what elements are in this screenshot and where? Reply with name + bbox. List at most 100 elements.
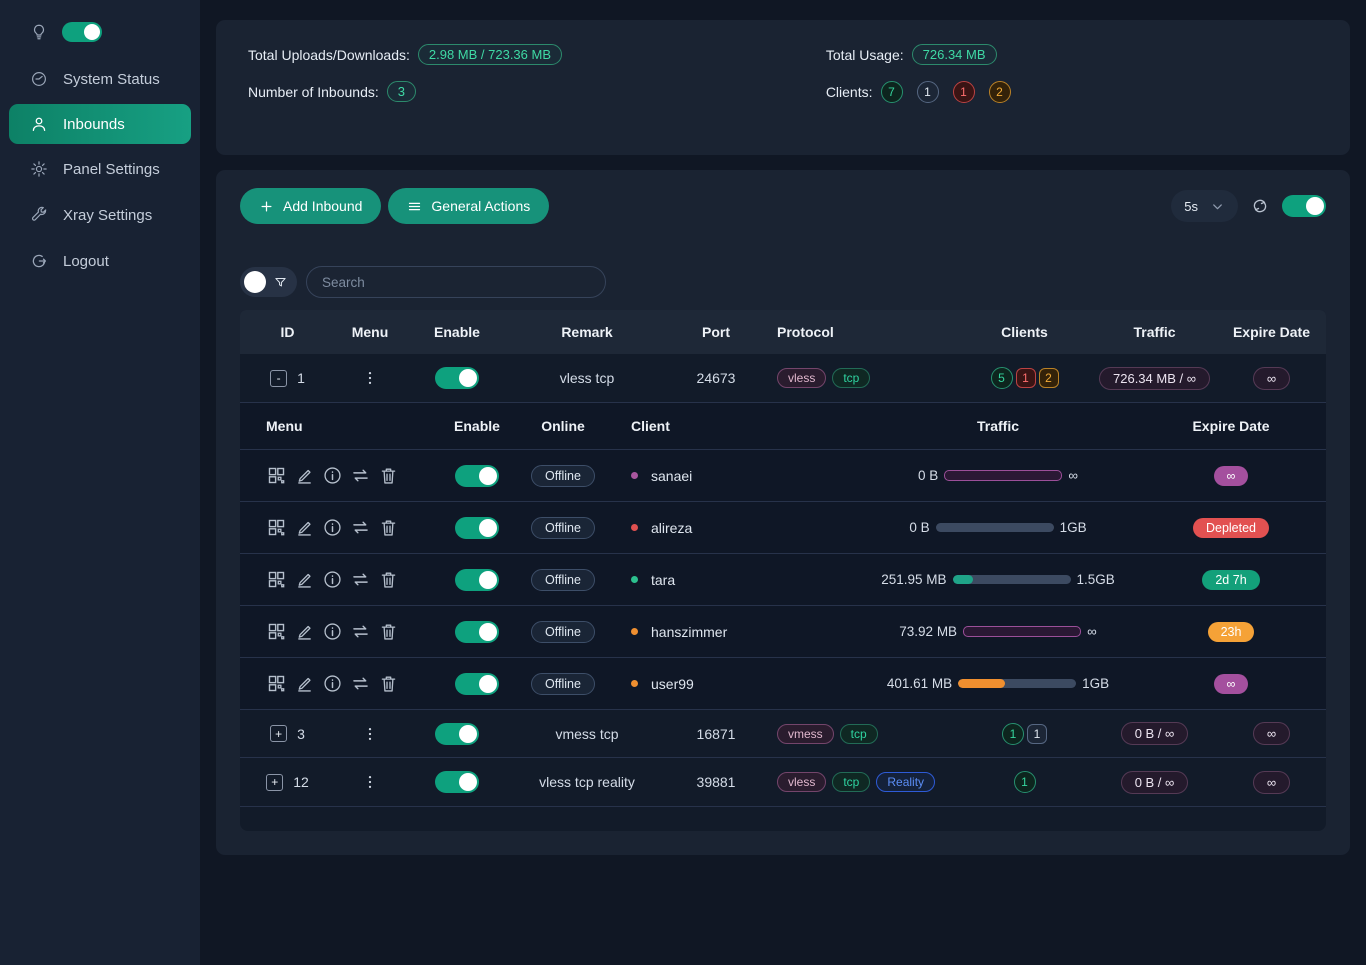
row-expire: ∞ <box>1253 722 1290 745</box>
client-name: sanaei <box>651 468 692 484</box>
table-header-row: ID Menu Enable Remark Port Protocol Clie… <box>240 310 1326 354</box>
col-header-protocol: Protocol <box>767 324 957 340</box>
reset-traffic-button[interactable] <box>350 465 371 486</box>
info-icon <box>322 517 343 538</box>
general-actions-button[interactable]: General Actions <box>388 188 549 224</box>
client-info-button[interactable] <box>322 621 343 642</box>
filter-toggle[interactable] <box>240 267 297 297</box>
online-status-badge: Offline <box>531 517 595 539</box>
summary-right: Total Usage: 726.34 MB Clients: 7 1 1 2 <box>826 44 1318 131</box>
client-expire-badge: 2d 7h <box>1202 570 1259 590</box>
row-menu-icon[interactable] <box>361 773 379 791</box>
qr-code-button[interactable] <box>266 517 287 538</box>
edit-client-button[interactable] <box>294 517 315 538</box>
qr-code-button[interactable] <box>266 465 287 486</box>
sidebar-item-panel-settings[interactable]: Panel Settings <box>0 146 200 192</box>
client-enable-toggle[interactable] <box>455 569 499 591</box>
sidebar-item-label: Inbounds <box>63 116 125 133</box>
edit-client-button[interactable] <box>294 569 315 590</box>
add-inbound-button[interactable]: Add Inbound <box>240 188 381 224</box>
col-header-traffic: Traffic <box>1092 324 1217 340</box>
online-status-badge: Offline <box>531 569 595 591</box>
client-info-button[interactable] <box>322 569 343 590</box>
funnel-icon <box>273 275 288 290</box>
row-menu-icon[interactable] <box>361 725 379 743</box>
reset-traffic-button[interactable] <box>350 517 371 538</box>
traffic-limit: ∞ <box>1087 624 1097 639</box>
client-color-dot <box>631 472 638 479</box>
row-menu-icon[interactable] <box>361 369 379 387</box>
client-enable-toggle[interactable] <box>455 621 499 643</box>
reset-traffic-button[interactable] <box>350 673 371 694</box>
reset-traffic-button[interactable] <box>350 569 371 590</box>
client-info-button[interactable] <box>322 673 343 694</box>
client-row: Offline sanaei 0 B ∞ ∞ <box>240 449 1326 501</box>
expand-row-button[interactable]: + <box>270 725 287 742</box>
qr-code-icon <box>266 465 287 486</box>
client-info-button[interactable] <box>322 517 343 538</box>
delete-client-button[interactable] <box>378 621 399 642</box>
client-enable-toggle[interactable] <box>455 673 499 695</box>
pencil-icon <box>294 673 315 694</box>
info-icon <box>322 569 343 590</box>
sidebar-item-logout[interactable]: Logout <box>0 238 200 284</box>
client-expire-badge: 23h <box>1208 622 1255 642</box>
clients-count-badge: 1 <box>953 81 975 103</box>
client-enable-toggle[interactable] <box>455 517 499 539</box>
traffic-limit: 1GB <box>1082 676 1109 691</box>
client-color-dot <box>631 680 638 687</box>
sidebar-item-label: Panel Settings <box>63 161 160 178</box>
delete-client-button[interactable] <box>378 465 399 486</box>
plus-icon <box>259 199 274 214</box>
sidebar-item-inbounds[interactable]: Inbounds <box>9 104 191 144</box>
auto-refresh-toggle[interactable] <box>1282 195 1326 217</box>
edit-client-button[interactable] <box>294 621 315 642</box>
row-remark: vless tcp reality <box>509 774 665 790</box>
inbound-enable-toggle[interactable] <box>435 771 479 793</box>
inbound-enable-toggle[interactable] <box>435 367 479 389</box>
client-name: hanszimmer <box>651 624 727 640</box>
protocol-tag: tcp <box>832 368 870 388</box>
collapse-row-button[interactable]: - <box>270 370 287 387</box>
sidebar-item-xray-settings[interactable]: Xray Settings <box>0 192 200 238</box>
delete-client-button[interactable] <box>378 569 399 590</box>
info-icon <box>322 465 343 486</box>
reset-traffic-button[interactable] <box>350 621 371 642</box>
subcol-header-online: Online <box>516 418 610 434</box>
dark-mode-toggle[interactable] <box>62 22 102 42</box>
traffic-used: 0 B <box>909 520 929 535</box>
repeat-icon <box>350 465 371 486</box>
col-header-menu: Menu <box>335 324 405 340</box>
refresh-button[interactable] <box>1251 197 1269 215</box>
qr-code-icon <box>266 621 287 642</box>
traffic-bar <box>963 626 1081 637</box>
qr-code-button[interactable] <box>266 673 287 694</box>
sidebar-item-system-status[interactable]: System Status <box>0 56 200 102</box>
traffic-used: 401.61 MB <box>887 676 952 691</box>
inbounds-count-label: Number of Inbounds: <box>248 84 379 100</box>
client-enable-toggle[interactable] <box>455 465 499 487</box>
edit-client-button[interactable] <box>294 673 315 694</box>
traffic-bar <box>958 679 1076 688</box>
edit-client-button[interactable] <box>294 465 315 486</box>
search-input[interactable] <box>306 266 606 298</box>
clients-count-badge: 1 <box>917 81 939 103</box>
qr-code-button[interactable] <box>266 621 287 642</box>
row-expire: ∞ <box>1253 771 1290 794</box>
inbound-enable-toggle[interactable] <box>435 723 479 745</box>
refresh-interval-select[interactable]: 5s <box>1171 190 1238 222</box>
protocol-tag: Reality <box>876 772 935 792</box>
qr-code-button[interactable] <box>266 569 287 590</box>
pencil-icon <box>294 465 315 486</box>
row-traffic: 0 B / ∞ <box>1121 771 1189 794</box>
delete-client-button[interactable] <box>378 517 399 538</box>
traffic-used: 0 B <box>918 468 938 483</box>
uploads-downloads-value: 2.98 MB / 723.36 MB <box>418 44 562 65</box>
client-name: alireza <box>651 520 692 536</box>
row-id: 3 <box>297 726 305 742</box>
expand-row-button[interactable]: + <box>266 774 283 791</box>
search-row <box>240 266 1326 298</box>
delete-client-button[interactable] <box>378 673 399 694</box>
row-port: 24673 <box>665 370 767 386</box>
client-info-button[interactable] <box>322 465 343 486</box>
